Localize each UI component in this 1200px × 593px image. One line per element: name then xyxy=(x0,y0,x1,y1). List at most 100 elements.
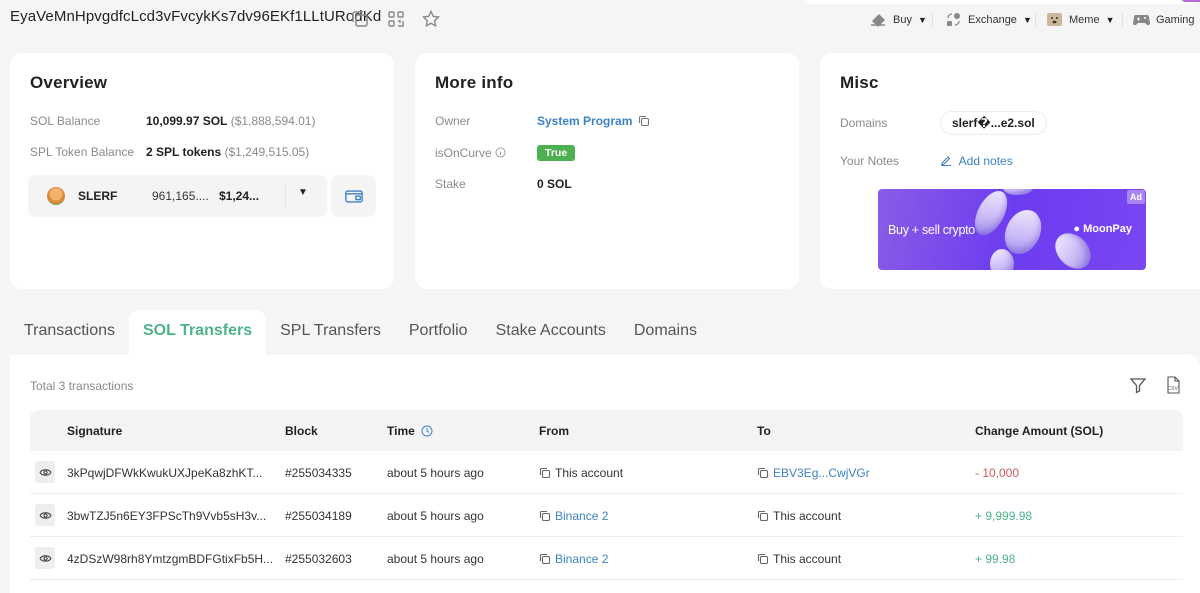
tab-portfolio[interactable]: Portfolio xyxy=(395,310,482,355)
eye-icon xyxy=(38,554,52,562)
star-icon[interactable] xyxy=(421,9,441,29)
token-name: SLERF xyxy=(78,189,118,203)
clock-icon[interactable] xyxy=(421,425,433,437)
notes-label: Your Notes xyxy=(840,154,899,168)
col-time[interactable]: Time xyxy=(387,424,433,438)
signature-link[interactable]: 3bwTZJ5n6EY3FPScTh9Vvb5sH3v... xyxy=(67,509,266,523)
filter-icon[interactable] xyxy=(1128,375,1148,395)
owner-link[interactable]: System Program xyxy=(537,114,654,128)
sol-balance-usd: ($1,888,594.01) xyxy=(230,114,316,128)
account-address: EyaVeMnHpvgdfcLcd3vFvcykKs7dv96EKf1LLtUR… xyxy=(10,8,382,25)
copy-icon[interactable] xyxy=(757,553,769,565)
copy-icon[interactable] xyxy=(539,467,551,479)
stake-label: Stake xyxy=(435,177,466,191)
tab-domains[interactable]: Domains xyxy=(620,310,711,355)
oncurve-label: isOnCurve xyxy=(435,146,506,160)
copy-icon[interactable] xyxy=(539,510,551,522)
token-selector[interactable]: SLERF 961,165.... $1,24... ▼ xyxy=(28,175,327,217)
csv-export-icon[interactable]: CSV xyxy=(1163,375,1183,395)
col-block: Block xyxy=(285,424,318,438)
caret-down-icon: ▼ xyxy=(1105,14,1115,25)
oncurve-badge: True xyxy=(537,145,576,161)
nav-divider xyxy=(1122,13,1123,27)
table-row: 4zDSzW98rh8YmtzgmBDFGtixFb5H... #2550326… xyxy=(30,537,1183,580)
table-header: Signature Block Time From To Change Amou… xyxy=(30,410,1183,451)
token-amount: 961,165.... xyxy=(152,189,209,203)
nav-divider xyxy=(932,13,933,27)
sol-transfers-panel: Total 3 transactions CSV Signature Block… xyxy=(10,355,1200,593)
nav-meme[interactable]: Meme ▼ xyxy=(1046,12,1114,27)
sol-balance-label: SOL Balance xyxy=(30,114,101,128)
change-amount: + 99.98 xyxy=(975,552,1016,566)
nav-exchange-label: Exchange xyxy=(968,13,1017,26)
tab-transactions[interactable]: Transactions xyxy=(10,310,129,355)
to-cell: This account xyxy=(757,509,841,523)
time-cell: about 5 hours ago xyxy=(387,509,484,523)
meme-icon xyxy=(1047,13,1062,26)
time-cell: about 5 hours ago xyxy=(387,552,484,566)
nav-buy[interactable]: Buy ▼ xyxy=(870,12,927,27)
search-button-edge[interactable] xyxy=(1180,0,1200,2)
to-address: This account xyxy=(773,552,842,566)
wallet-button[interactable] xyxy=(331,175,376,217)
change-amount: - 10,000 xyxy=(975,466,1020,480)
pencil-icon xyxy=(941,156,951,167)
copy-icon[interactable] xyxy=(757,510,769,522)
nav-gaming[interactable]: Gaming ▼ xyxy=(1133,12,1200,27)
spl-token-count: 2 SPL tokens xyxy=(146,145,222,159)
qr-code-icon[interactable] xyxy=(386,9,406,29)
eye-icon xyxy=(38,468,52,476)
search-bar-edge[interactable] xyxy=(803,0,1200,4)
buy-icon xyxy=(871,14,885,27)
svg-text:CSV: CSV xyxy=(1168,386,1179,392)
moonpay-ad-banner[interactable]: Buy + sell crypto ● MoonPay Ad xyxy=(878,189,1146,270)
add-notes-label[interactable]: Add notes xyxy=(959,154,1013,168)
table-row: 3bwTZJ5n6EY3FPScTh9Vvb5sH3v... #25503418… xyxy=(30,494,1183,537)
misc-title: Misc xyxy=(840,73,879,92)
copy-icon[interactable] xyxy=(539,553,551,565)
domain-pill[interactable]: slerf�...e2.sol xyxy=(940,111,1047,135)
tab-bar: Transactions SOL Transfers SPL Transfers… xyxy=(10,310,711,355)
sol-balance-amount: 10,099.97 SOL xyxy=(146,114,228,128)
caret-down-icon[interactable]: ▼ xyxy=(298,187,308,198)
domains-label: Domains xyxy=(840,116,888,130)
info-icon[interactable] xyxy=(495,147,506,158)
block-link[interactable]: #255034189 xyxy=(285,509,352,523)
nav-gaming-label: Gaming xyxy=(1156,13,1195,26)
spl-balance-usd: ($1,249,515.05) xyxy=(224,145,310,159)
col-from: From xyxy=(539,424,569,438)
change-amount: + 9,999.98 xyxy=(975,509,1033,523)
view-details-button[interactable] xyxy=(35,504,55,526)
signature-link[interactable]: 3kPqwjDFWkKwukUXJpeKa8zhKT... xyxy=(67,466,262,480)
copy-icon[interactable] xyxy=(350,9,370,29)
copy-icon[interactable] xyxy=(638,115,650,127)
to-cell: EBV3Eg...CwjVGr xyxy=(757,466,870,480)
tab-sol-transfers[interactable]: SOL Transfers xyxy=(129,310,267,355)
view-details-button[interactable] xyxy=(35,461,55,483)
to-address[interactable]: EBV3Eg...CwjVGr xyxy=(773,466,870,480)
owner-value[interactable]: System Program xyxy=(537,114,632,128)
signature-link[interactable]: 4zDSzW98rh8YmtzgmBDFGtixFb5H... xyxy=(67,552,273,566)
more-info-title: More info xyxy=(435,73,514,92)
col-change-amount: Change Amount (SOL) xyxy=(975,424,1104,438)
tab-stake-accounts[interactable]: Stake Accounts xyxy=(482,310,620,355)
coin-graphic xyxy=(990,249,1014,270)
to-address: This account xyxy=(773,509,842,523)
tab-spl-transfers[interactable]: SPL Transfers xyxy=(266,310,395,355)
ad-brand-name: MoonPay xyxy=(1083,223,1132,235)
table-body: 3kPqwjDFWkKwukUXJpeKa8zhKT... #255034335… xyxy=(30,451,1183,580)
from-address: This account xyxy=(555,466,624,480)
total-transactions: Total 3 transactions xyxy=(30,379,134,393)
from-address[interactable]: Binance 2 xyxy=(555,552,608,566)
wallet-icon xyxy=(344,189,363,203)
nav-exchange[interactable]: Exchange ▼ xyxy=(945,12,1032,27)
gaming-icon xyxy=(1133,15,1150,26)
coin-graphic xyxy=(1003,189,1033,195)
block-link[interactable]: #255034335 xyxy=(285,466,352,480)
add-notes-button[interactable]: Add notes xyxy=(940,154,1013,168)
time-cell: about 5 hours ago xyxy=(387,466,484,480)
from-address[interactable]: Binance 2 xyxy=(555,509,608,523)
block-link[interactable]: #255032603 xyxy=(285,552,352,566)
view-details-button[interactable] xyxy=(35,547,55,569)
copy-icon[interactable] xyxy=(757,467,769,479)
